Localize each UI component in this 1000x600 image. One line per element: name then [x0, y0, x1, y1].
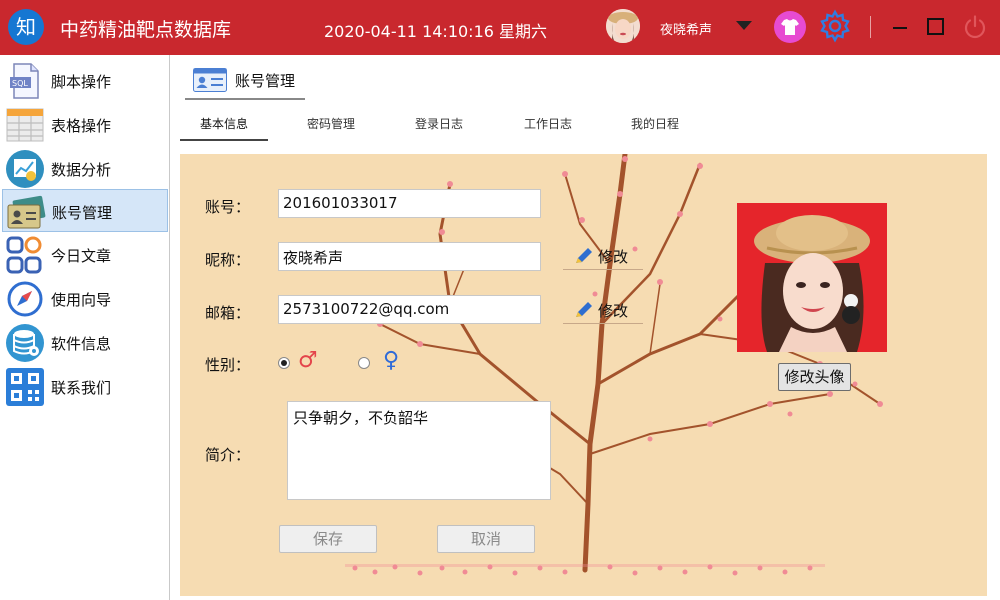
save-button[interactable]: 保存	[279, 525, 377, 553]
id-card-icon	[7, 195, 46, 229]
sidebar-item-label: 脚本操作	[51, 73, 112, 91]
gender-male-radio[interactable]	[278, 357, 290, 369]
table-icon	[6, 108, 44, 142]
tab-work-log[interactable]: 工作日志	[504, 115, 592, 141]
nickname-field[interactable]: 夜晓希声	[278, 242, 541, 271]
avatar-portrait-icon	[606, 9, 640, 43]
tab-basic-info[interactable]: 基本信息	[180, 115, 268, 141]
tab-password[interactable]: 密码管理	[287, 115, 375, 141]
edit-email-button[interactable]: 修改	[563, 296, 643, 324]
account-card-icon	[193, 68, 227, 92]
edit-label: 修改	[598, 248, 629, 266]
settings-gear-button[interactable]	[818, 9, 852, 43]
male-icon: ♂	[298, 348, 318, 373]
page-tab-label: 账号管理	[235, 72, 296, 90]
svg-text:SQL: SQL	[12, 79, 28, 88]
sidebar-item-guide[interactable]: 使用向导	[2, 277, 168, 320]
maximize-button[interactable]	[927, 18, 944, 35]
profile-avatar-image	[737, 203, 887, 352]
title-bar: 知 中药精油靶点数据库 2020-04-11 14:10:16 星期六 夜晓希声	[0, 0, 1000, 55]
pencil-icon	[576, 248, 592, 263]
power-icon	[964, 15, 986, 39]
sql-file-icon: SQL	[10, 63, 39, 99]
nickname-label: 昵称：	[205, 251, 251, 269]
sidebar-item-account[interactable]: 账号管理	[2, 189, 168, 232]
account-field[interactable]: 201601033017	[278, 189, 541, 218]
user-name: 夜晓希声	[660, 23, 713, 38]
skin-shirt-button[interactable]	[774, 11, 806, 43]
edit-nickname-button[interactable]: 修改	[563, 242, 643, 270]
titlebar-separator	[870, 16, 871, 38]
sidebar-item-label: 数据分析	[51, 161, 112, 179]
minimize-button[interactable]	[890, 16, 910, 38]
portrait-icon	[737, 203, 887, 352]
tshirt-icon	[781, 19, 799, 35]
tab-account-management[interactable]: 账号管理	[185, 63, 305, 100]
cancel-button[interactable]: 取消	[437, 525, 535, 553]
female-icon: ♀	[383, 348, 400, 373]
database-icon	[6, 324, 44, 362]
edit-label: 修改	[598, 302, 629, 320]
gender-female-radio[interactable]	[358, 357, 370, 369]
sidebar-item-label: 使用向导	[51, 291, 112, 309]
sidebar-item-label: 账号管理	[52, 204, 113, 222]
user-avatar[interactable]	[606, 9, 640, 43]
power-close-button[interactable]	[962, 14, 988, 40]
gear-icon	[820, 9, 850, 43]
app-title: 中药精油靶点数据库	[60, 19, 232, 41]
sidebar-item-label: 软件信息	[51, 335, 112, 353]
sidebar: SQL 脚本操作 表格操作 数据分析 账号管理 今日文章 使用向导 软件信息 联…	[0, 55, 170, 600]
sidebar-item-software-info[interactable]: 软件信息	[2, 321, 168, 364]
sidebar-item-contact[interactable]: 联系我们	[2, 365, 168, 408]
sidebar-item-table[interactable]: 表格操作	[2, 103, 168, 146]
basic-info-panel: 账号： 201601033017 昵称： 夜晓希声 修改 邮箱： 2573100…	[180, 154, 987, 596]
compass-icon	[7, 281, 43, 317]
datetime-display: 2020-04-11 14:10:16 星期六	[324, 22, 548, 41]
sidebar-item-label: 联系我们	[51, 379, 112, 397]
tab-login-log[interactable]: 登录日志	[395, 115, 483, 141]
qrcode-icon	[6, 368, 44, 406]
sidebar-item-script[interactable]: SQL 脚本操作	[2, 59, 168, 102]
sidebar-item-label: 今日文章	[51, 247, 112, 265]
gender-label: 性别：	[205, 356, 251, 374]
grid-circles-icon	[6, 236, 42, 274]
change-avatar-button[interactable]: 修改头像	[778, 363, 851, 391]
email-label: 邮箱：	[205, 304, 251, 322]
chevron-down-icon[interactable]	[736, 21, 752, 30]
main-panel: 账号管理 基本信息 密码管理 登录日志 工作日志 我的日程 账号： 201601…	[171, 55, 1000, 600]
sidebar-item-label: 表格操作	[51, 117, 112, 135]
bio-label: 简介：	[205, 446, 251, 464]
email-field[interactable]: 2573100722@qq.com	[278, 295, 541, 324]
account-label: 账号：	[205, 198, 251, 216]
pencil-icon	[576, 302, 592, 317]
tab-schedule[interactable]: 我的日程	[611, 115, 699, 141]
sidebar-item-analysis[interactable]: 数据分析	[2, 147, 168, 190]
app-logo: 知	[8, 9, 44, 45]
bio-textarea[interactable]: 只争朝夕，不负韶华	[287, 401, 551, 500]
chart-icon	[6, 150, 44, 188]
sidebar-item-article[interactable]: 今日文章	[2, 233, 168, 276]
